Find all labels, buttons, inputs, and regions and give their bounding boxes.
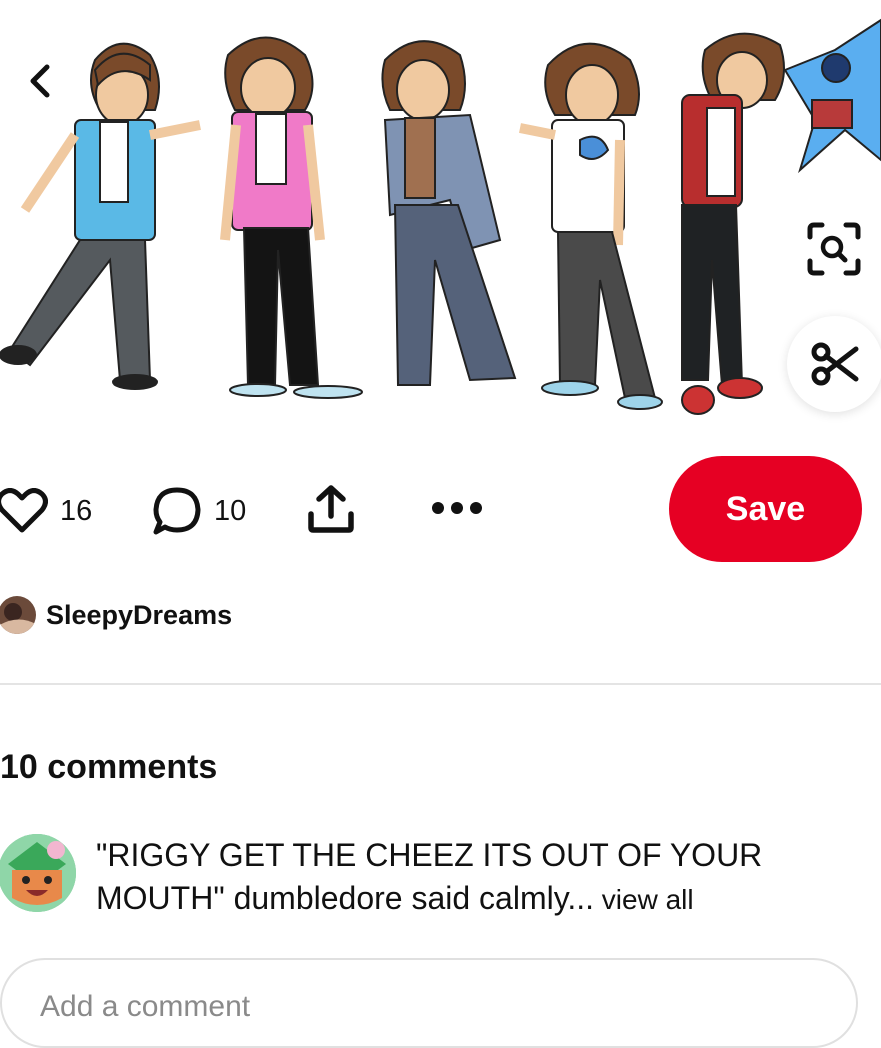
visual-search-button[interactable] bbox=[790, 205, 878, 293]
divider bbox=[0, 683, 881, 685]
share-action[interactable] bbox=[307, 484, 355, 534]
comment-action[interactable]: 10 bbox=[152, 486, 246, 536]
comments-heading: 10 comments bbox=[0, 748, 218, 786]
creator-row[interactable]: SleepyDreams bbox=[0, 596, 232, 634]
share-icon bbox=[308, 485, 354, 533]
comment-count: 10 bbox=[214, 494, 247, 527]
cutout-button[interactable] bbox=[787, 316, 881, 412]
more-icon bbox=[432, 502, 482, 514]
commenter-avatar[interactable] bbox=[0, 834, 76, 912]
view-all-link[interactable]: view all bbox=[594, 884, 694, 915]
add-comment-placeholder: Add a comment bbox=[40, 990, 251, 1023]
figure-4 bbox=[519, 42, 663, 410]
more-action[interactable] bbox=[430, 498, 484, 518]
figure-2 bbox=[220, 36, 363, 399]
heart-icon bbox=[0, 488, 48, 533]
add-comment-field[interactable]: Add a comment bbox=[0, 958, 858, 1048]
creator-name[interactable]: SleepyDreams bbox=[46, 600, 232, 631]
comment-ellipsis: ... bbox=[567, 880, 595, 916]
blue-creature bbox=[783, 18, 881, 174]
figure-3 bbox=[381, 40, 517, 386]
like-action[interactable]: 16 bbox=[0, 488, 92, 534]
scissors-icon bbox=[811, 342, 859, 386]
figure-5 bbox=[681, 32, 785, 415]
chevron-left-icon bbox=[30, 64, 50, 98]
save-button[interactable]: Save bbox=[669, 456, 862, 562]
comment-bubble-icon bbox=[153, 487, 201, 535]
lens-icon bbox=[807, 222, 861, 276]
like-count: 16 bbox=[60, 494, 93, 527]
pin-image[interactable] bbox=[0, 0, 881, 440]
comment-text: "RIGGY GET THE CHEEZ ITS OUT OF YOUR MOU… bbox=[96, 834, 866, 921]
creator-avatar[interactable] bbox=[0, 596, 36, 634]
